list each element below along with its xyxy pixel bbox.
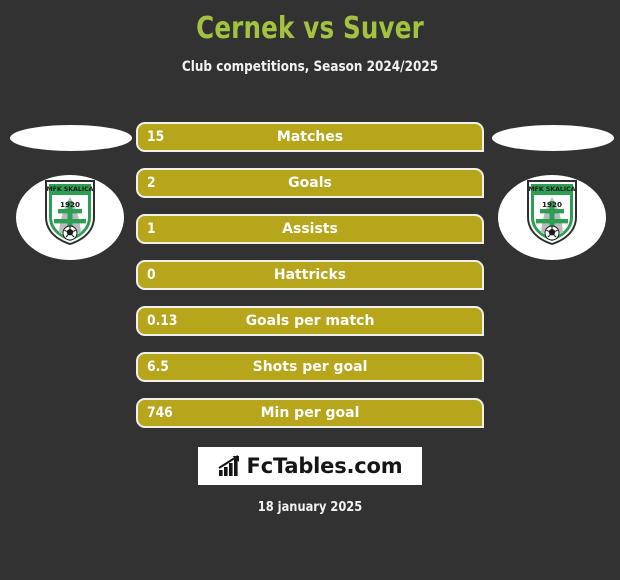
page-subtitle: Club competitions, Season 2024/2025 bbox=[181, 59, 439, 75]
page-title: Cernek vs Suver bbox=[196, 11, 424, 46]
team-left-name-plate bbox=[10, 125, 132, 151]
svg-text:1920: 1920 bbox=[60, 200, 80, 209]
team-left-logo-plate: MFK SKALICA 1920 bbox=[16, 175, 124, 260]
stat-label: Goals per match bbox=[245, 313, 375, 329]
svg-text:1920: 1920 bbox=[542, 200, 562, 209]
stat-row: 2 Goals bbox=[136, 168, 484, 198]
team-right-logo-plate: MFK SKALICA 1920 bbox=[498, 175, 606, 260]
bar-chart-growth-icon bbox=[218, 455, 239, 476]
team-left: MFK SKALICA 1920 bbox=[4, 118, 134, 268]
fctables-brand[interactable]: FcTables.com bbox=[198, 447, 422, 485]
svg-text:MFK SKALICA: MFK SKALICA bbox=[47, 186, 94, 193]
stat-label: Assists bbox=[282, 221, 338, 237]
stat-row: 0 Hattricks bbox=[136, 260, 484, 290]
stat-label: Goals bbox=[288, 175, 332, 191]
header: Cernek vs Suver Club competitions, Seaso… bbox=[0, 0, 620, 75]
stat-row: 15 Matches bbox=[136, 122, 484, 152]
stat-label: Matches bbox=[276, 129, 344, 145]
mfk-skalica-crest-icon: MFK SKALICA 1920 bbox=[527, 180, 577, 245]
stat-row: 1 Assists bbox=[136, 214, 484, 244]
footer-date: 18 january 2025 bbox=[257, 500, 363, 515]
stat-label: Min per goal bbox=[260, 405, 360, 421]
stat-label: Shots per goal bbox=[252, 359, 368, 375]
stat-row: 746 Min per goal bbox=[136, 398, 484, 428]
stat-label: Hattricks bbox=[273, 267, 347, 283]
stats-list: 15 Matches 2 Goals 1 Assists 0 Hattricks 0.13 Goa… bbox=[136, 122, 484, 444]
team-right: MFK SKALICA 1920 bbox=[486, 118, 616, 268]
mfk-skalica-crest-icon: MFK SKALICA 1920 bbox=[45, 180, 95, 245]
stat-row: 6.5 Shots per goal bbox=[136, 352, 484, 382]
team-right-name-plate bbox=[492, 125, 614, 151]
stat-row: 0.13 Goals per match bbox=[136, 306, 484, 336]
svg-text:MFK SKALICA: MFK SKALICA bbox=[529, 186, 576, 193]
fctables-brand-text: FcTables.com bbox=[246, 454, 403, 478]
